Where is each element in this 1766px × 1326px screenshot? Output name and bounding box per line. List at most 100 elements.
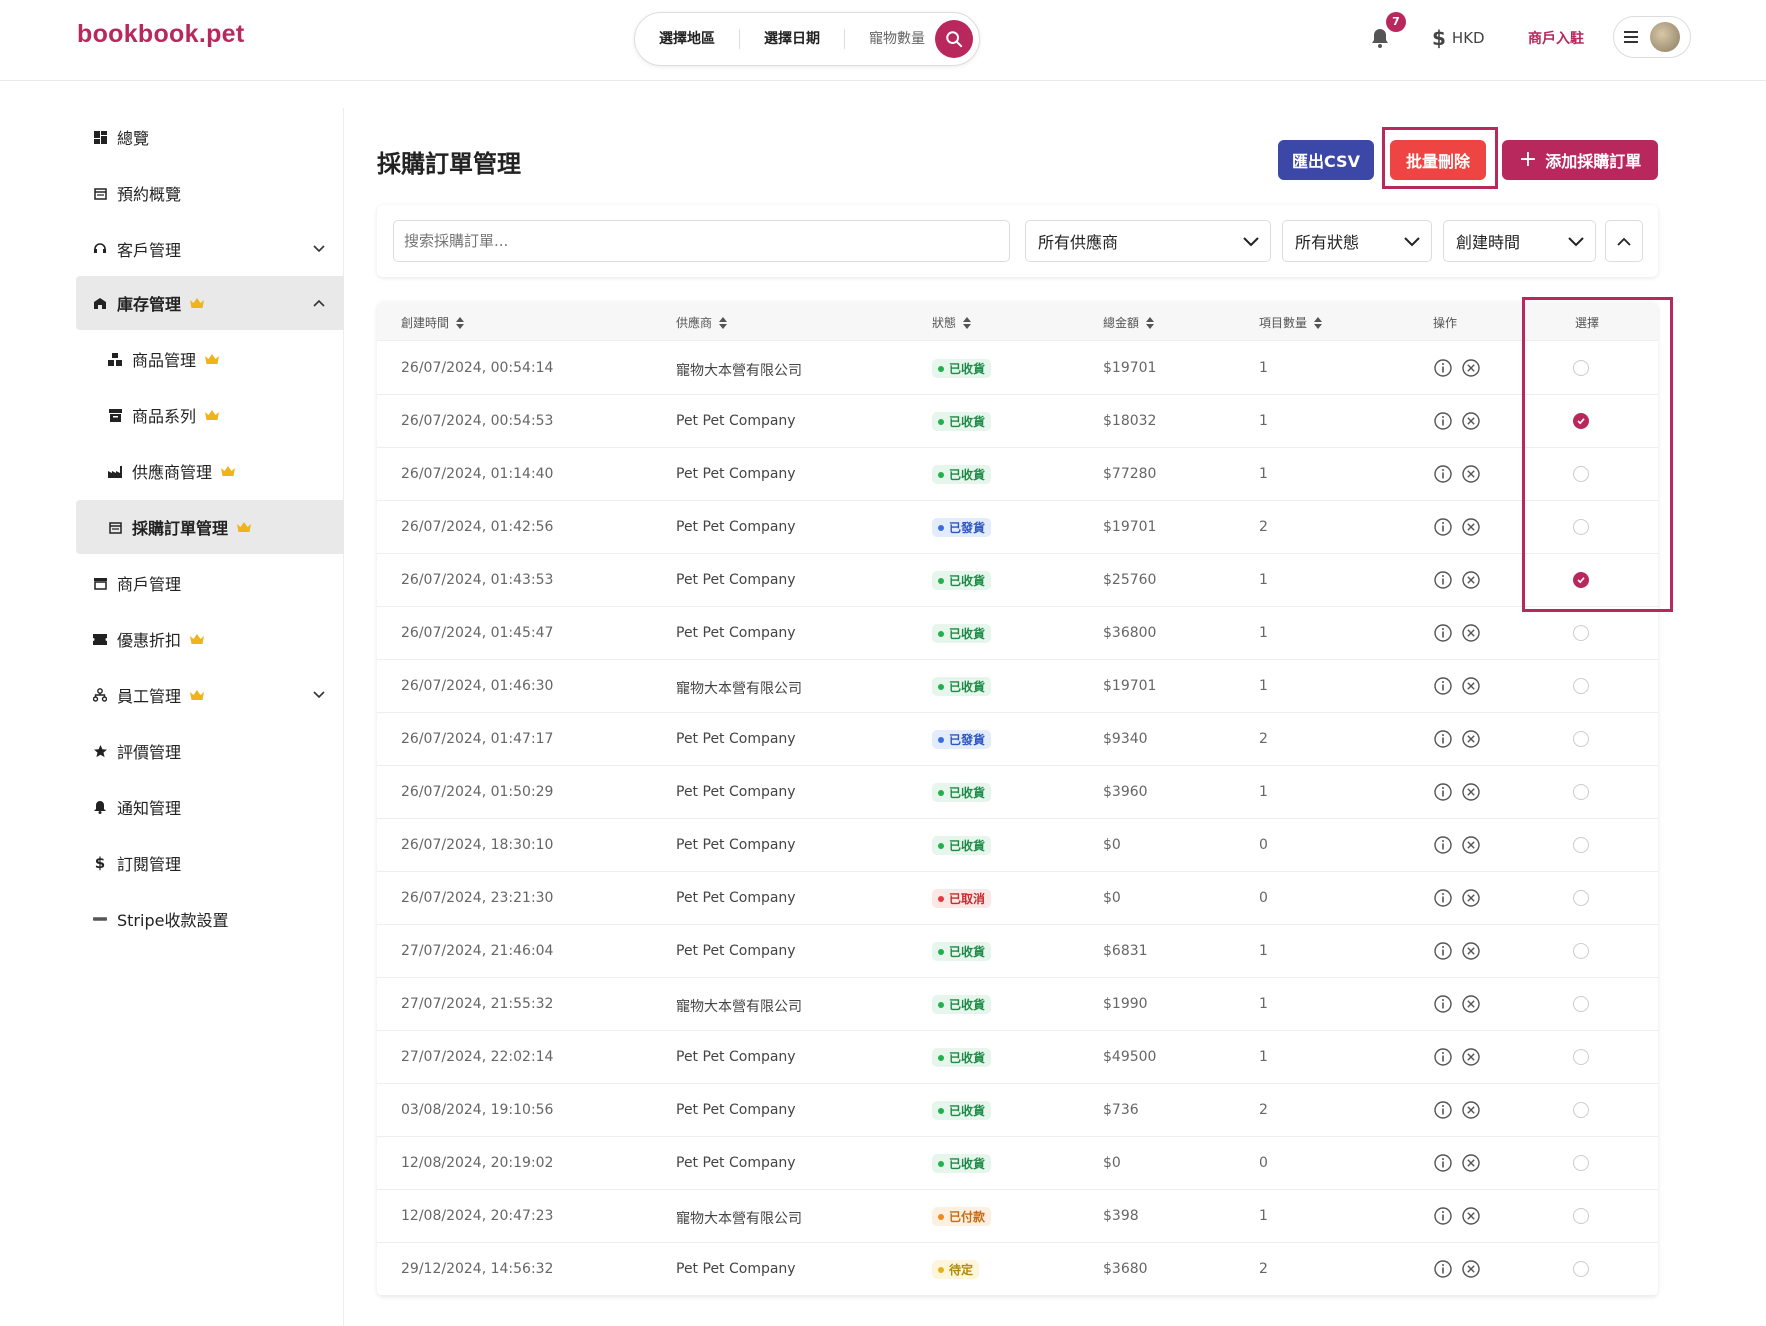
- delete-circle-icon[interactable]: [1461, 994, 1481, 1014]
- column-header-total[interactable]: 總金額: [1103, 314, 1155, 331]
- add-purchase-order-button[interactable]: + 添加採購訂單: [1502, 140, 1658, 180]
- status-filter[interactable]: 所有狀態: [1282, 220, 1432, 262]
- info-icon[interactable]: [1433, 835, 1453, 855]
- column-header-items[interactable]: 項目數量: [1259, 314, 1323, 331]
- row-select-checkbox[interactable]: [1573, 943, 1589, 959]
- info-icon[interactable]: [1433, 623, 1453, 643]
- sidebar-item-inventory[interactable]: 庫存管理: [76, 276, 344, 330]
- row-select-checkbox[interactable]: [1573, 731, 1589, 747]
- delete-circle-icon[interactable]: [1461, 1100, 1481, 1120]
- sidebar-item-product-series[interactable]: 商品系列: [76, 388, 344, 442]
- sort-field-value: 創建時間: [1456, 233, 1521, 252]
- row-select-checkbox[interactable]: [1573, 1208, 1589, 1224]
- chevron-up-icon[interactable]: [312, 296, 326, 310]
- delete-circle-icon[interactable]: [1461, 1047, 1481, 1067]
- info-icon[interactable]: [1433, 517, 1453, 537]
- row-select-checkbox[interactable]: [1573, 625, 1589, 641]
- sidebar-item-suppliers[interactable]: 供應商管理: [76, 444, 344, 498]
- column-header-supplier[interactable]: 供應商: [676, 314, 728, 331]
- info-icon[interactable]: [1433, 464, 1453, 484]
- sidebar-item-label: 採購訂單管理: [132, 519, 229, 538]
- row-select-checkbox[interactable]: [1573, 890, 1589, 906]
- sidebar-item-merchants[interactable]: 商戶管理: [76, 556, 344, 610]
- info-icon[interactable]: [1433, 729, 1453, 749]
- sidebar-item-products[interactable]: 商品管理: [76, 332, 344, 386]
- info-icon[interactable]: [1433, 676, 1453, 696]
- row-select-checkbox[interactable]: [1573, 784, 1589, 800]
- chevron-down-icon[interactable]: [312, 688, 326, 702]
- info-icon[interactable]: [1433, 1047, 1453, 1067]
- info-icon[interactable]: [1433, 1153, 1453, 1173]
- column-header-created[interactable]: 創建時間: [401, 314, 465, 331]
- delete-circle-icon[interactable]: [1461, 729, 1481, 749]
- export-csv-button[interactable]: 匯出CSV: [1278, 140, 1374, 180]
- total-cell: $19701: [1103, 519, 1157, 535]
- delete-circle-icon[interactable]: [1461, 941, 1481, 961]
- sidebar-item-stripe-settings[interactable]: Stripe收款設置: [76, 892, 344, 946]
- sort-field-select[interactable]: 創建時間: [1443, 220, 1596, 262]
- region-selector[interactable]: 選擇地區: [635, 29, 740, 49]
- info-icon[interactable]: [1433, 1259, 1453, 1279]
- delete-circle-icon[interactable]: [1461, 464, 1481, 484]
- row-select-checkbox[interactable]: [1573, 1049, 1589, 1065]
- sidebar-item-discounts[interactable]: 優惠折扣: [76, 612, 344, 666]
- chevron-down-icon[interactable]: [312, 242, 326, 256]
- sidebar-item-customers[interactable]: 客戶管理: [76, 222, 344, 276]
- merchant-signup-link[interactable]: 商戶入駐: [1528, 28, 1584, 48]
- info-icon[interactable]: [1433, 570, 1453, 590]
- total-cell: $736: [1103, 1102, 1139, 1118]
- row-select-checkbox[interactable]: [1573, 1261, 1589, 1277]
- date-selector[interactable]: 選擇日期: [740, 29, 845, 49]
- sidebar-item-staff[interactable]: 員工管理: [76, 668, 344, 722]
- info-icon[interactable]: [1433, 1206, 1453, 1226]
- delete-circle-icon[interactable]: [1461, 411, 1481, 431]
- column-header-status[interactable]: 狀態: [932, 314, 972, 331]
- row-select-checkbox[interactable]: [1573, 1102, 1589, 1118]
- info-icon[interactable]: [1433, 411, 1453, 431]
- delete-circle-icon[interactable]: [1461, 358, 1481, 378]
- top-bar: bookbook.pet 選擇地區 選擇日期 寵物數量 7 $ HKD 商戶入駐: [0, 0, 1766, 81]
- delete-circle-icon[interactable]: [1461, 1206, 1481, 1226]
- sort-direction-button[interactable]: [1605, 220, 1643, 262]
- delete-circle-icon[interactable]: [1461, 1153, 1481, 1173]
- sidebar-item-overview[interactable]: 總覽: [76, 110, 344, 164]
- row-select-checkbox[interactable]: [1573, 1155, 1589, 1171]
- sidebar-item-reviews[interactable]: 評價管理: [76, 724, 344, 778]
- supplier-filter[interactable]: 所有供應商: [1025, 220, 1271, 262]
- info-icon[interactable]: [1433, 994, 1453, 1014]
- pet-count-selector[interactable]: 寵物數量: [845, 29, 937, 49]
- info-icon[interactable]: [1433, 1100, 1453, 1120]
- search-button[interactable]: [935, 20, 973, 58]
- add-purchase-order-label: 添加採購訂單: [1545, 152, 1642, 171]
- info-icon[interactable]: [1433, 358, 1453, 378]
- delete-circle-icon[interactable]: [1461, 517, 1481, 537]
- delete-circle-icon[interactable]: [1461, 623, 1481, 643]
- sidebar-item-notifications[interactable]: 通知管理: [76, 780, 344, 834]
- sidebar-item-subscriptions[interactable]: $ 訂閱管理: [76, 836, 344, 890]
- row-select-checkbox[interactable]: [1573, 996, 1589, 1012]
- sidebar-item-purchase-orders[interactable]: 採購訂單管理: [76, 500, 344, 554]
- search-bar[interactable]: 選擇地區 選擇日期 寵物數量: [634, 12, 980, 66]
- delete-circle-icon[interactable]: [1461, 676, 1481, 696]
- info-icon[interactable]: [1433, 888, 1453, 908]
- delete-circle-icon[interactable]: [1461, 888, 1481, 908]
- delete-circle-icon[interactable]: [1461, 835, 1481, 855]
- status-label: 已收貨: [949, 362, 986, 376]
- user-menu[interactable]: [1613, 16, 1691, 58]
- info-icon[interactable]: [1433, 782, 1453, 802]
- delete-circle-icon[interactable]: [1461, 782, 1481, 802]
- delete-circle-icon[interactable]: [1461, 570, 1481, 590]
- currency-selector[interactable]: $ HKD: [1432, 26, 1485, 50]
- sidebar-item-booking-overview[interactable]: 預約概覽: [76, 166, 344, 220]
- row-actions: [1433, 941, 1481, 961]
- row-actions: [1433, 1047, 1481, 1067]
- status-badge: 已收貨: [932, 1048, 992, 1067]
- row-select-checkbox[interactable]: [1573, 837, 1589, 853]
- logo[interactable]: bookbook.pet: [77, 20, 244, 49]
- row-select-checkbox[interactable]: [1573, 678, 1589, 694]
- bell-icon[interactable]: [1368, 26, 1392, 50]
- info-icon[interactable]: [1433, 941, 1453, 961]
- delete-circle-icon[interactable]: [1461, 1259, 1481, 1279]
- column-header-actions: 操作: [1433, 314, 1457, 331]
- search-input[interactable]: [393, 220, 1010, 262]
